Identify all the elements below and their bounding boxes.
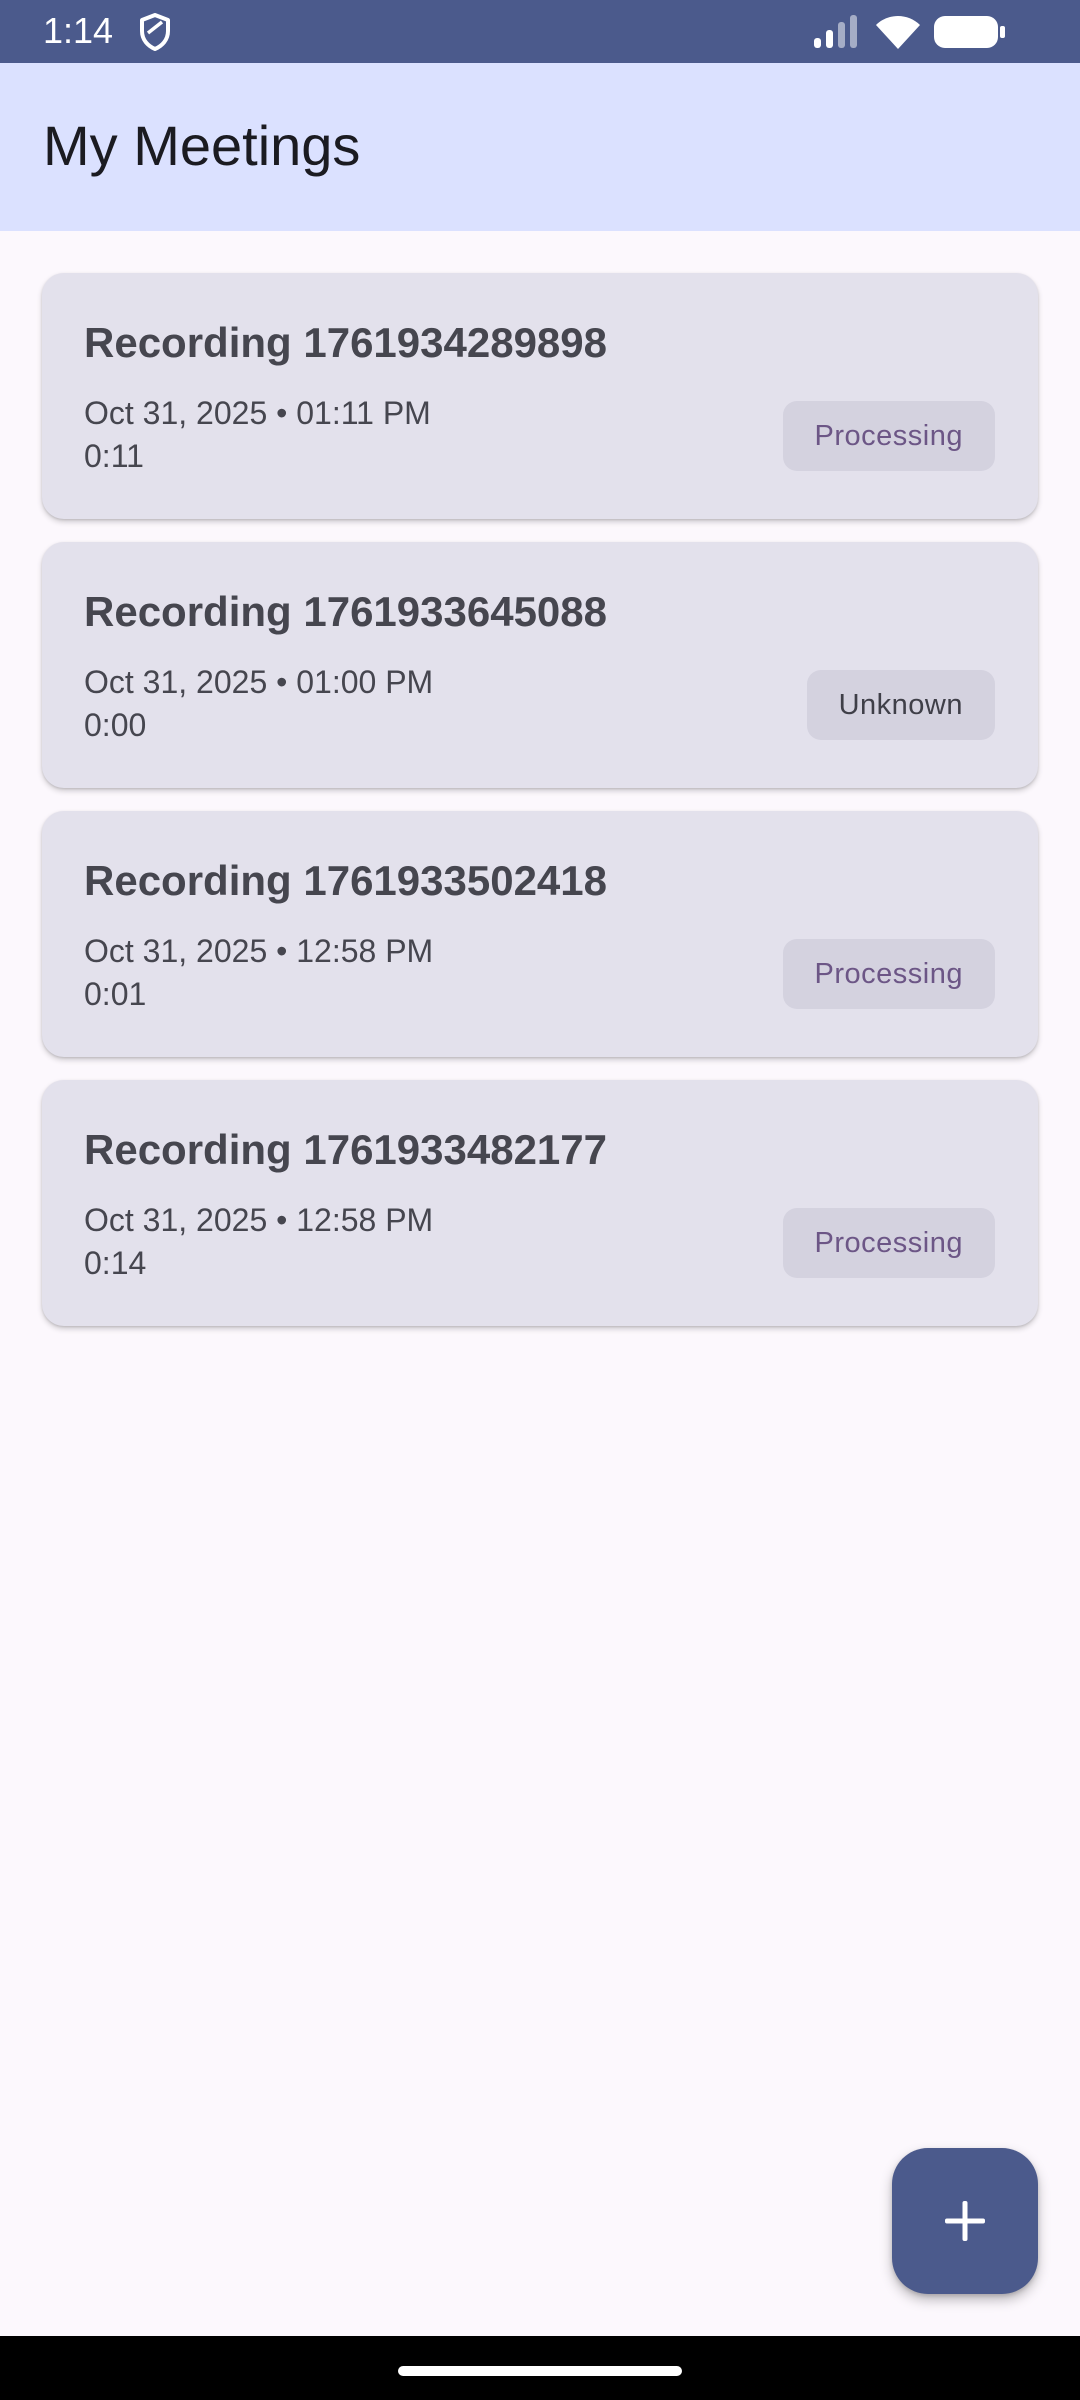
new-recording-button[interactable] xyxy=(892,2148,1038,2294)
recording-card[interactable]: Recording 1761934289898 Oct 31, 2025 • 0… xyxy=(42,273,1038,519)
recording-title: Recording 1761933482177 xyxy=(84,1126,608,1173)
status-badge: Processing xyxy=(782,401,995,471)
top-app-bar: My Meetings xyxy=(0,63,1080,231)
battery-icon xyxy=(934,16,1005,48)
recording-title: Recording 1761933645088 xyxy=(84,588,608,635)
status-badge: Processing xyxy=(782,1208,995,1278)
recording-date: Oct 31, 2025 • 01:11 PM xyxy=(84,395,431,431)
plus-icon xyxy=(945,2201,985,2241)
recordings-list: Recording 1761934289898 Oct 31, 2025 • 0… xyxy=(42,273,1038,1349)
recording-duration: 0:11 xyxy=(84,438,144,474)
status-badge: Processing xyxy=(782,939,995,1009)
status-time: 1:14 xyxy=(43,10,114,51)
recording-duration: 0:00 xyxy=(84,707,147,743)
shield-icon xyxy=(140,13,170,51)
status-badge: Unknown xyxy=(806,670,995,740)
navigation-bar xyxy=(0,2336,1080,2400)
page-title: My Meetings xyxy=(43,114,361,177)
recording-duration: 0:14 xyxy=(84,1245,147,1281)
recording-card[interactable]: Recording 1761933645088 Oct 31, 2025 • 0… xyxy=(42,542,1038,788)
recording-duration: 0:01 xyxy=(84,976,147,1012)
recording-card[interactable]: Recording 1761933482177 Oct 31, 2025 • 1… xyxy=(42,1080,1038,1326)
wifi-icon xyxy=(876,16,920,49)
signal-icon xyxy=(814,15,857,48)
recording-title: Recording 1761934289898 xyxy=(84,319,608,366)
status-bar: 1:14 xyxy=(0,0,1080,63)
recording-date: Oct 31, 2025 • 12:58 PM xyxy=(84,1202,434,1238)
home-gesture-handle[interactable] xyxy=(398,2366,682,2376)
recording-date: Oct 31, 2025 • 01:00 PM xyxy=(84,664,434,700)
recording-title: Recording 1761933502418 xyxy=(84,857,608,904)
recording-date: Oct 31, 2025 • 12:58 PM xyxy=(84,933,434,969)
recording-card[interactable]: Recording 1761933502418 Oct 31, 2025 • 1… xyxy=(42,811,1038,1057)
